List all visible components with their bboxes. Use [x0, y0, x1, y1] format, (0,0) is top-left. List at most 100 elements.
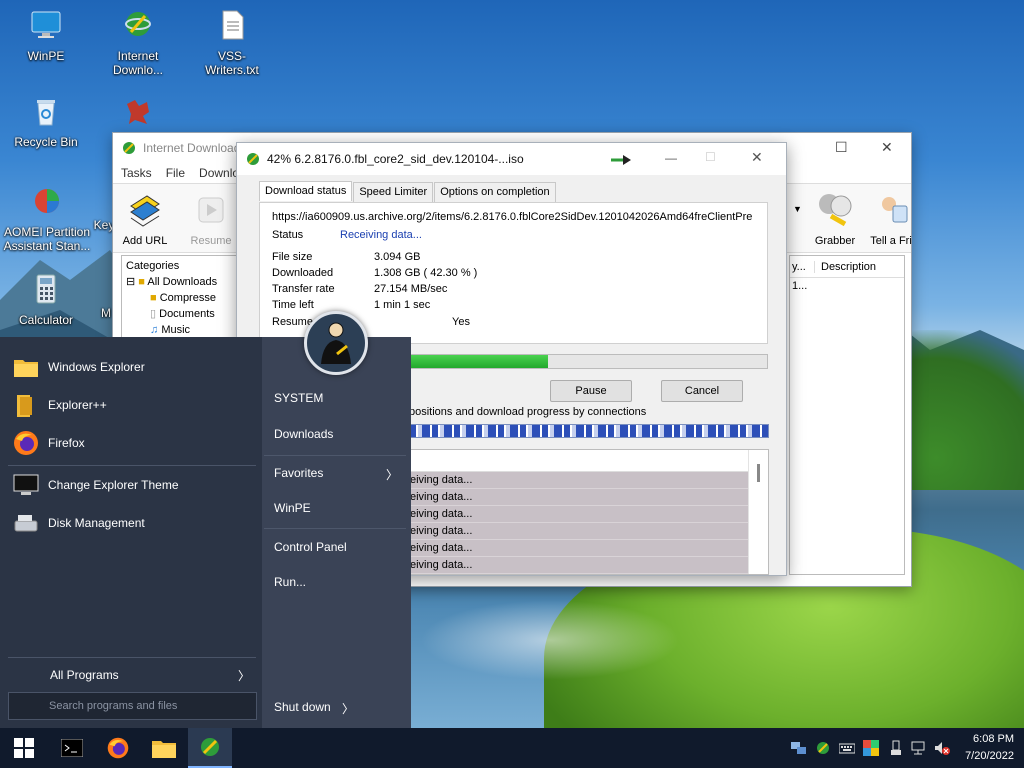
tell-friend-button[interactable]: Tell a Fri	[861, 190, 921, 247]
connections-list[interactable]: eiving data... eiving data... eiving data.…	[409, 449, 769, 575]
taskbar-file-explorer[interactable]	[142, 728, 186, 768]
pause-button[interactable]: Pause	[550, 380, 632, 402]
explorer-plus-icon	[17, 395, 32, 417]
desktop-icon-vss-writers[interactable]: VSS-Writers.txt	[192, 8, 272, 77]
file-size-value: 3.094 GB	[374, 251, 421, 263]
desktop-icon-recycle-bin[interactable]: Recycle Bin	[6, 94, 86, 149]
status-value: Receiving data...	[340, 229, 422, 241]
dialog-title: 42% 6.2.8176.0.fbl_core2_sid_dev.120104-…	[267, 152, 524, 166]
desktop-icon-label: AOMEI Partition Assistant Stan...	[3, 225, 91, 253]
minimize-icon[interactable]: —	[665, 151, 677, 165]
category-music[interactable]: ♫ Music	[126, 322, 236, 338]
idm-globe-icon	[201, 738, 219, 756]
toolbar-dropdown-icon[interactable]: ▼	[793, 204, 802, 214]
taskbar-idm[interactable]	[188, 728, 232, 768]
chevron-right-icon: 〉	[386, 468, 399, 482]
start-link-system[interactable]: SYSTEM	[274, 391, 402, 405]
network-status-icon[interactable]	[911, 740, 927, 756]
clock-time: 6:08 PM	[973, 733, 1014, 745]
network-computers-icon[interactable]	[791, 740, 807, 756]
connection-row[interactable]: eiving data...	[410, 523, 750, 540]
add-url-button[interactable]: Add URL	[115, 190, 175, 247]
download-list[interactable]: y... Description 1...	[789, 255, 905, 575]
taskbar-terminal[interactable]	[50, 728, 94, 768]
resume-button[interactable]: Resume	[181, 190, 241, 247]
start-link-winpe[interactable]: WinPE	[274, 501, 402, 515]
chevron-right-icon: 〉	[237, 668, 250, 683]
list-row[interactable]: 1...	[790, 278, 904, 294]
cancel-button[interactable]: Cancel	[661, 380, 743, 402]
menu-downloads[interactable]: Downlo	[199, 166, 239, 180]
maximize-icon[interactable]: ☐	[835, 139, 848, 156]
category-documents[interactable]: ▯ Documents	[126, 306, 236, 322]
close-icon[interactable]: ✕	[751, 149, 763, 166]
connection-row[interactable]: eiving data...	[410, 489, 750, 506]
list-header: y... Description	[790, 256, 904, 278]
start-item-label: Disk Management	[48, 516, 145, 530]
chevron-right-icon: 〉	[342, 702, 355, 716]
start-button[interactable]	[2, 728, 46, 768]
menu-tasks[interactable]: Tasks	[121, 166, 152, 180]
idm-tray-icon[interactable]	[815, 740, 831, 756]
start-search-input[interactable]: Search programs and files	[8, 692, 257, 720]
color-app-icon[interactable]	[863, 740, 879, 756]
user-avatar[interactable]	[304, 311, 368, 375]
usb-device-icon[interactable]	[888, 740, 904, 756]
time-left-label: Time left	[272, 299, 314, 311]
dialog-tabs: Download status Speed Limiter Options on…	[259, 181, 557, 202]
desktop-icon-label: WinPE	[27, 49, 65, 63]
taskbar-firefox[interactable]	[96, 728, 140, 768]
start-link-favorites[interactable]: Favorites 〉	[274, 466, 402, 482]
start-link-control-panel[interactable]: Control Panel	[274, 540, 402, 554]
desktop-icon-calculator[interactable]: Calculator	[6, 272, 86, 327]
tab-download-status[interactable]: Download status	[259, 181, 353, 201]
list-column-header[interactable]: y...	[790, 261, 814, 273]
start-item-windows-explorer[interactable]: Windows Explorer	[12, 350, 252, 384]
file-size-label: File size	[272, 251, 313, 263]
desktop-icon-idm[interactable]: Internet Downlo...	[98, 8, 178, 77]
category-all-downloads[interactable]: ⊟ ■ All Downloads	[126, 274, 236, 290]
calculator-icon	[36, 274, 56, 304]
add-url-label: Add URL	[122, 235, 168, 247]
start-item-explorer-plus[interactable]: Explorer++	[12, 388, 252, 422]
start-link-run[interactable]: Run...	[274, 575, 402, 589]
desktop-icon-label: Calculator	[18, 313, 74, 327]
monitor-icon	[31, 11, 61, 38]
tab-options-on-completion[interactable]: Options on completion	[434, 182, 556, 202]
category-compressed[interactable]: ■ Compresse	[126, 290, 236, 306]
desktop-icon-tool[interactable]	[98, 94, 178, 135]
start-link-downloads[interactable]: Downloads	[274, 427, 402, 441]
grabber-label: Grabber	[814, 235, 856, 247]
list-column-header-description[interactable]: Description	[814, 260, 876, 273]
grabber-button[interactable]: Grabber	[805, 190, 865, 247]
volume-muted-icon[interactable]	[934, 740, 950, 756]
all-programs-label: All Programs	[50, 668, 119, 682]
desktop-icon-winpe[interactable]: WinPE	[6, 8, 86, 63]
tab-speed-limiter[interactable]: Speed Limiter	[353, 182, 434, 202]
downloaded-value: 1.308 GB ( 42.30 % )	[374, 267, 478, 279]
user-avatar-icon	[321, 322, 351, 364]
start-menu-pinned-pane: Windows Explorer Explorer++ Firefox Chan…	[0, 337, 262, 728]
shutdown-button[interactable]: Shut down 〉	[274, 700, 402, 716]
desktop-icon-aomei[interactable]: AOMEI Partition Assistant Stan...	[2, 184, 92, 253]
taskbar: 6:08 PM 7/20/2022	[0, 728, 1024, 768]
start-item-firefox[interactable]: Firefox	[12, 426, 252, 460]
connection-row[interactable]: eiving data...	[410, 472, 750, 489]
puzzle-tool-icon	[127, 100, 149, 124]
connection-row[interactable]: eiving data...	[410, 557, 750, 574]
disk-management-icon	[14, 515, 38, 532]
close-icon[interactable]: ✕	[881, 139, 893, 156]
connection-row[interactable]: eiving data...	[410, 506, 750, 523]
shutdown-label: Shut down	[274, 700, 331, 714]
menu-file[interactable]: File	[166, 166, 185, 180]
start-item-change-explorer-theme[interactable]: Change Explorer Theme	[12, 468, 252, 502]
tell-friend-icon	[882, 197, 908, 223]
connection-row[interactable]: eiving data...	[410, 540, 750, 557]
taskbar-clock[interactable]: 6:08 PM 7/20/2022	[965, 731, 1014, 765]
grabber-icon	[819, 194, 852, 227]
dialog-titlebar[interactable]: 42% 6.2.8176.0.fbl_core2_sid_dev.120104-…	[237, 143, 786, 175]
all-programs-button[interactable]: All Programs 〉	[50, 658, 254, 692]
connections-scrollbar[interactable]	[748, 450, 768, 574]
start-item-disk-management[interactable]: Disk Management	[12, 506, 252, 540]
keyboard-icon[interactable]	[839, 740, 855, 756]
